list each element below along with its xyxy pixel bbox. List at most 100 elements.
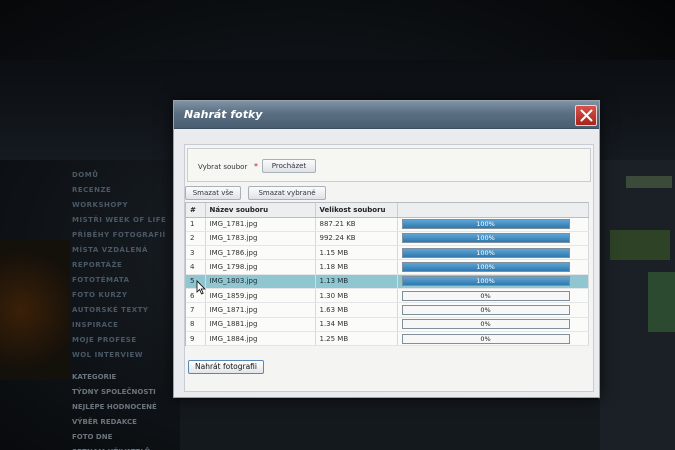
row-filename: IMG_1781.jpg — [205, 217, 316, 232]
row-filename: IMG_1798.jpg — [205, 259, 316, 275]
table-row[interactable]: 1 IMG_1781.jpg 887.21 KB 100% — [186, 217, 589, 232]
background-promo-image — [0, 240, 70, 380]
background-menu-item: AUTORSKÉ TEXTY — [72, 306, 149, 314]
background-category-item: TÝDNY SPOLEČNOSTI — [72, 388, 156, 396]
select-file-label: Vybrat soubor — [198, 163, 248, 171]
progress-label: 0% — [480, 305, 491, 314]
progress-bar: 0% — [401, 304, 570, 315]
mouse-pointer-icon — [196, 280, 206, 295]
row-filesize: 1.63 MB — [315, 302, 398, 318]
row-filesize: 1.18 MB — [315, 259, 398, 275]
column-header-progress — [397, 203, 589, 218]
progress-bar: 0% — [401, 333, 570, 344]
progress-bar: 100% — [401, 247, 570, 258]
row-filesize: 1.25 MB — [315, 331, 398, 347]
row-filesize: 1.13 MB — [315, 274, 398, 289]
file-selector-panel: Vybrat soubor * Procházet — [187, 148, 591, 182]
upload-photo-button[interactable]: Nahrát fotografii — [188, 360, 264, 374]
background-main-menu: DOMŮ RECENZE WORKSHOPY MISTŘI WEEK OF LIFE P… — [72, 168, 172, 363]
background-right-tag — [626, 176, 672, 188]
background-menu-item: MOJE PROFESE — [72, 336, 137, 344]
row-filename: IMG_1783.jpg — [205, 231, 316, 247]
table-row[interactable]: 8 IMG_1881.jpg 1.34 MB 0% — [186, 317, 589, 332]
browse-button[interactable]: Procházet — [262, 159, 316, 173]
progress-label: 0% — [480, 334, 491, 343]
required-marker: * — [254, 162, 258, 171]
row-filename: IMG_1803.jpg — [205, 274, 316, 289]
row-number: 8 — [186, 317, 206, 332]
file-table: # Název souboru Velikost souboru 1 IMG_17… — [185, 202, 589, 347]
background-menu-item: MISTŘI WEEK OF LIFE — [72, 216, 167, 224]
background-menu-item: REPORTÁŽE — [72, 261, 123, 269]
table-header-row: # Název souboru Velikost souboru — [186, 203, 589, 218]
upload-photos-dialog: Nahrát fotky Vybrat soubor * Procházet S… — [173, 100, 600, 398]
row-filename: IMG_1786.jpg — [205, 245, 316, 261]
background-category-item: VÝBĚR REDAKCE — [72, 418, 137, 426]
row-progress-cell: 100% — [397, 274, 589, 289]
background-category-item: FOTO DNE — [72, 433, 113, 441]
close-button[interactable] — [575, 105, 597, 126]
progress-label: 100% — [476, 277, 495, 286]
row-filesize: 992.24 KB — [315, 231, 398, 247]
progress-bar: 100% — [401, 276, 570, 287]
table-row[interactable]: 6 IMG_1859.jpg 1.30 MB 0% — [186, 288, 589, 304]
row-filename: IMG_1881.jpg — [205, 317, 316, 332]
row-number: 1 — [186, 217, 206, 232]
row-progress-cell: 0% — [397, 302, 589, 318]
column-header-number: # — [186, 203, 206, 218]
table-row[interactable]: 9 IMG_1884.jpg 1.25 MB 0% — [186, 331, 589, 347]
row-number: 9 — [186, 331, 206, 347]
progress-bar: 0% — [401, 319, 570, 330]
column-header-filename: Název souboru — [205, 203, 316, 218]
row-filename: IMG_1871.jpg — [205, 302, 316, 318]
progress-label: 100% — [476, 248, 495, 257]
background-menu-item: MÍSTA VZDÁLENÁ — [72, 246, 148, 254]
row-filesize: 1.15 MB — [315, 245, 398, 261]
row-progress-cell: 100% — [397, 231, 589, 247]
background-menu-item: RECENZE — [72, 186, 112, 194]
row-filename: IMG_1884.jpg — [205, 331, 316, 347]
background-thumbnails — [180, 400, 600, 450]
background-right-badge — [610, 230, 670, 260]
background-menu-item: DOMŮ — [72, 171, 99, 179]
progress-label: 100% — [476, 220, 495, 229]
delete-selected-button[interactable]: Smazat vybrané — [248, 186, 326, 200]
table-row[interactable]: 3 IMG_1786.jpg 1.15 MB 100% — [186, 245, 589, 261]
table-row[interactable]: 7 IMG_1871.jpg 1.63 MB 0% — [186, 302, 589, 318]
row-progress-cell: 100% — [397, 259, 589, 275]
background-category-item: NEJLÉPE HODNOCENÉ — [72, 403, 157, 411]
progress-label: 100% — [476, 263, 495, 272]
row-number: 2 — [186, 231, 206, 247]
row-filename: IMG_1859.jpg — [205, 288, 316, 304]
file-table-body: 1 IMG_1781.jpg 887.21 KB 100% 2 IMG_1783.jpg 9… — [186, 217, 589, 347]
row-filesize: 1.34 MB — [315, 317, 398, 332]
progress-label: 0% — [480, 320, 491, 329]
row-progress-cell: 0% — [397, 288, 589, 304]
progress-bar: 100% — [401, 219, 570, 230]
progress-bar: 100% — [401, 262, 570, 273]
progress-bar: 0% — [401, 290, 570, 301]
row-progress-cell: 0% — [397, 331, 589, 347]
progress-label: 0% — [480, 291, 491, 300]
progress-bar: 100% — [401, 233, 570, 244]
row-number: 7 — [186, 302, 206, 318]
background-category-item: SEZNAM UŽIVATELŮ — [72, 445, 172, 450]
table-row[interactable]: 5 IMG_1803.jpg 1.13 MB 100% — [186, 274, 589, 289]
dialog-title: Nahrát fotky — [184, 108, 263, 121]
column-header-filesize: Velikost souboru — [315, 203, 398, 218]
background-category-menu: KATEGORIE TÝDNY SPOLEČNOSTI NEJLÉPE HODNOC… — [72, 370, 172, 450]
background-menu-item: INSPIRACE — [72, 321, 119, 329]
table-row[interactable]: 2 IMG_1783.jpg 992.24 KB 100% — [186, 231, 589, 247]
background-category-item: KATEGORIE — [72, 373, 117, 381]
background-menu-item: FOTOTÉMATA — [72, 276, 130, 284]
background-menu-item: PŘÍBĚHY FOTOGRAFIÍ — [72, 231, 166, 239]
delete-all-button[interactable]: Smazat vše — [185, 186, 241, 200]
row-progress-cell: 100% — [397, 245, 589, 261]
background-menu-item: WORKSHOPY — [72, 201, 129, 209]
row-number: 4 — [186, 259, 206, 275]
dialog-titlebar: Nahrát fotky — [174, 101, 599, 129]
table-row[interactable]: 4 IMG_1798.jpg 1.18 MB 100% — [186, 259, 589, 275]
dialog-content: Vybrat soubor * Procházet Smazat vše Sma… — [184, 144, 594, 392]
background-menu-item: FOTO KURZY — [72, 291, 128, 299]
background-right-banner — [648, 272, 675, 332]
